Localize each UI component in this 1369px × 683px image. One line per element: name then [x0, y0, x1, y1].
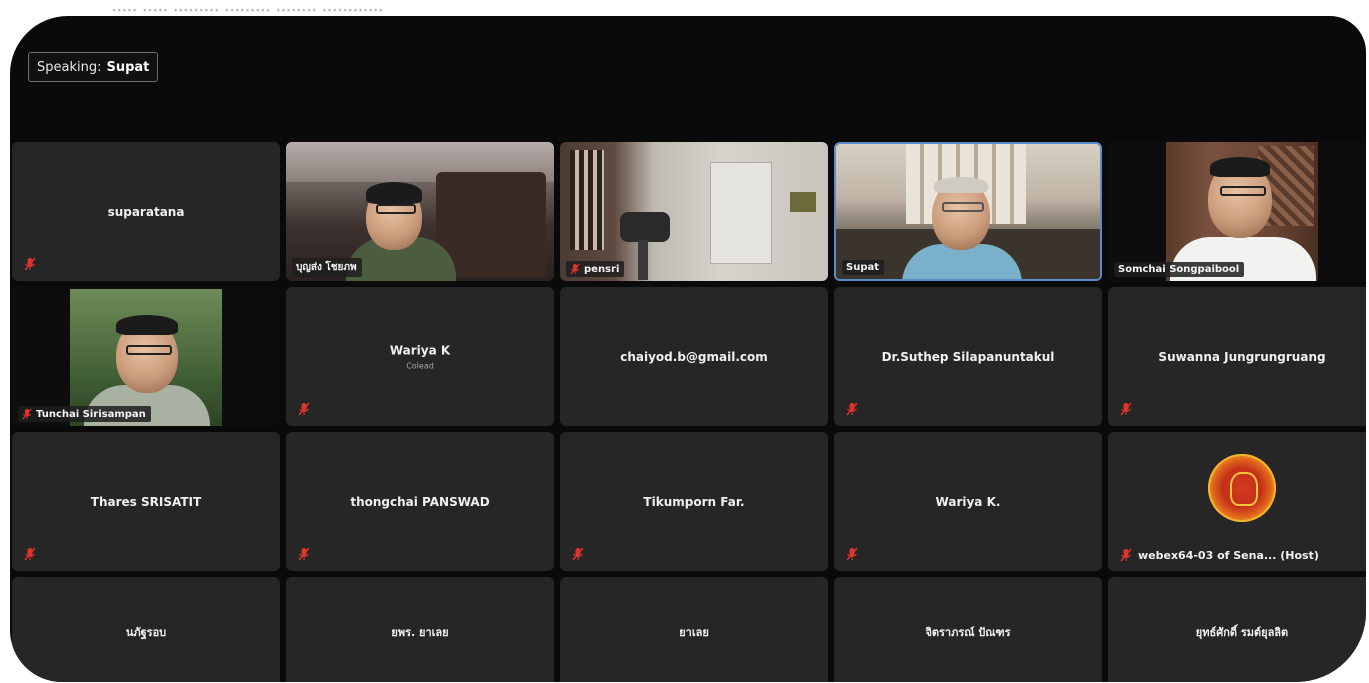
participant-tile[interactable]: Tikumporn Far. — [560, 432, 828, 571]
participant-name: Supat — [846, 262, 880, 273]
participant-name-tag: Tunchai Sirisampan — [18, 406, 151, 422]
participant-tile[interactable]: ยพร. ยาเลย — [286, 577, 554, 682]
mic-muted-icon — [298, 402, 310, 416]
participant-tile[interactable]: นภัฐรอบ — [12, 577, 280, 682]
mic-muted-icon — [24, 547, 36, 561]
participant-video-tile-active[interactable]: Supat — [834, 142, 1102, 281]
participant-name: Wariya K — [389, 343, 451, 357]
participant-name: ยพร. ยาเลย — [391, 626, 449, 639]
participant-name: chaiyod.b@gmail.com — [620, 349, 768, 364]
participant-name: Dr.Suthep Silapanuntakul — [881, 349, 1055, 364]
mic-muted-icon — [298, 547, 310, 561]
participant-name-tag: webex64-03 of Sena... (Host) — [1120, 548, 1319, 562]
participant-subtitle: Colead — [406, 361, 434, 370]
mic-muted-icon — [572, 547, 584, 561]
participant-tile[interactable]: thongchai PANSWAD — [286, 432, 554, 571]
participant-name-tag: Somchai Songpaibool — [1114, 262, 1245, 277]
meeting-window: Speaking: Supat suparatana บุญส่ง โชยภพ — [10, 16, 1366, 682]
mic-muted-icon — [24, 257, 36, 271]
participant-name: Tunchai Sirisampan — [36, 408, 146, 420]
participant-tile[interactable]: chaiyod.b@gmail.com — [560, 287, 828, 426]
mic-muted-icon — [1120, 548, 1132, 562]
speaking-name: Supat — [106, 59, 150, 75]
participant-tile[interactable]: Suwanna Jungrungruang — [1108, 287, 1366, 426]
participant-name: จิตราภรณ์ ปัณฑร — [925, 626, 1011, 639]
organization-logo — [1208, 454, 1276, 522]
participant-name-tag: บุญส่ง โชยภพ — [292, 258, 362, 277]
participant-tile[interactable]: ยาเลย — [560, 577, 828, 682]
participant-name: webex64-03 of Sena... (Host) — [1138, 548, 1319, 562]
participant-name: Thares SRISATIT — [90, 494, 202, 509]
participant-name: thongchai PANSWAD — [350, 494, 490, 509]
video-feed — [836, 144, 1100, 279]
participant-name: Tikumporn Far. — [643, 494, 745, 509]
participant-video-tile[interactable]: Somchai Songpaibool — [1108, 142, 1366, 281]
participant-video-tile[interactable]: pensri — [560, 142, 828, 281]
participant-name: Wariya K. — [935, 494, 1001, 509]
participant-name: Suwanna Jungrungruang — [1158, 349, 1326, 364]
mic-muted-icon — [1120, 402, 1132, 416]
speaking-indicator: Speaking: Supat — [28, 52, 159, 82]
participant-tile[interactable]: suparatana — [12, 142, 280, 281]
participant-tile[interactable]: Wariya K. — [834, 432, 1102, 571]
video-feed — [1108, 142, 1366, 281]
participant-video-tile[interactable]: บุญส่ง โชยภพ — [286, 142, 554, 281]
participant-tile[interactable]: Wariya K Colead — [286, 287, 554, 426]
top-strip-text: ..... ..... ......... ......... ........… — [112, 0, 385, 15]
mic-muted-icon — [846, 402, 858, 416]
participant-name-tag: pensri — [566, 261, 625, 277]
mic-muted-icon — [22, 408, 32, 420]
participant-name: suparatana — [107, 204, 185, 219]
participant-name-tag: Supat — [842, 260, 885, 275]
participant-tile[interactable]: Thares SRISATIT — [12, 432, 280, 571]
participant-name: pensri — [584, 263, 620, 275]
participant-tile[interactable]: Dr.Suthep Silapanuntakul — [834, 287, 1102, 426]
participant-tile[interactable]: ยุทธ์ศักดิ์ รมต์ยุลลิต — [1108, 577, 1366, 682]
participant-video-tile[interactable]: Tunchai Sirisampan — [12, 287, 280, 426]
participant-name: ยาเลย — [679, 626, 709, 639]
participant-name: นภัฐรอบ — [125, 626, 167, 639]
participant-tile[interactable]: จิตราภรณ์ ปัณฑร — [834, 577, 1102, 682]
participant-name-block: Wariya K Colead — [286, 343, 554, 370]
participant-tile-host[interactable]: webex64-03 of Sena... (Host) — [1108, 432, 1366, 571]
participant-name: บุญส่ง โชยภพ — [296, 262, 357, 273]
participant-name: Somchai Songpaibool — [1118, 264, 1240, 275]
participant-name: ยุทธ์ศักดิ์ รมต์ยุลลิต — [1195, 626, 1289, 639]
speaking-prefix: Speaking: — [37, 59, 102, 75]
mic-muted-icon — [570, 263, 580, 275]
mic-muted-icon — [846, 547, 858, 561]
participant-grid: suparatana บุญส่ง โชยภพ pensri Supat Som… — [12, 142, 1366, 682]
